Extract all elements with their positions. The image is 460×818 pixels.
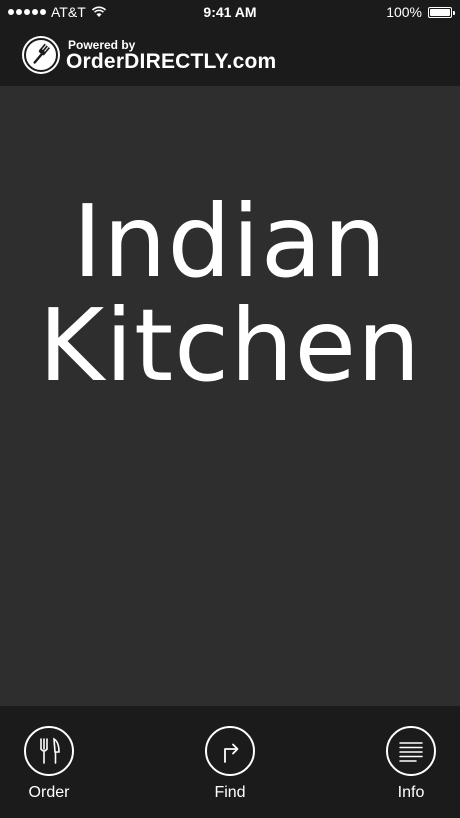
battery-icon [428,6,455,18]
directions-icon[interactable] [205,726,255,776]
title-line-2: Kitchen [38,287,422,404]
status-right: 100% [386,4,455,20]
app-header: Powered by OrderDIRECTLY.com [0,24,460,86]
tab-bar: Order Find Info [0,706,460,818]
tab-info[interactable]: Info [361,726,460,802]
battery-percent: 100% [386,4,422,20]
tab-order-label: Order [28,784,70,801]
tab-order[interactable]: Order [0,726,99,802]
status-bar: AT&T 9:41 AM 100% [0,0,460,24]
fork-icon[interactable] [22,36,60,74]
cutlery-icon[interactable] [24,726,74,776]
tab-find-label: Find [214,784,246,801]
brand-name[interactable]: OrderDIRECTLY.com [66,50,276,74]
tab-info-label: Info [397,784,425,801]
tab-find[interactable]: Find [180,726,280,802]
main-content: Indian Kitchen [0,86,460,706]
title-line-1: Indian [72,183,388,300]
lines-icon[interactable] [386,726,436,776]
restaurant-title: Indian Kitchen [0,190,460,398]
